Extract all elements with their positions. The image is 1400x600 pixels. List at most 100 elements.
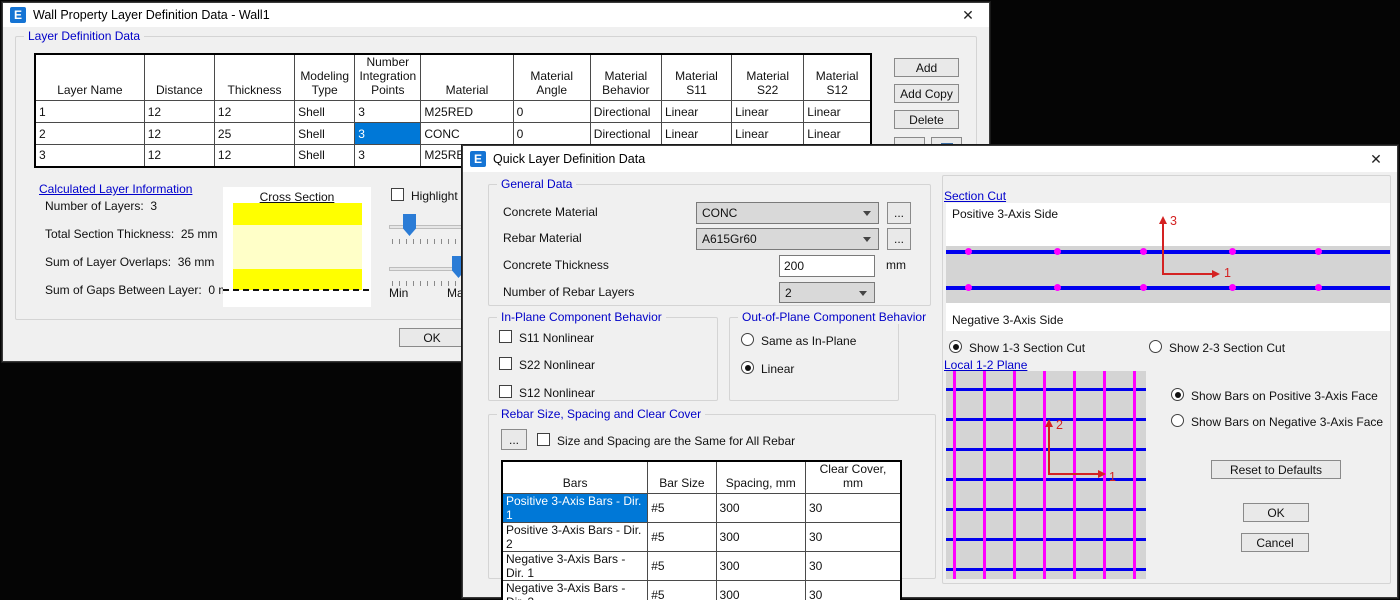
rebar-dot — [1140, 284, 1147, 291]
show-bars-negative-face-radio[interactable] — [1171, 414, 1184, 427]
cell[interactable]: Shell — [295, 101, 355, 123]
rebar-browse-button[interactable]: ... — [501, 429, 527, 450]
cell[interactable]: CONC — [421, 123, 513, 145]
s22-nonlinear-checkbox[interactable] — [499, 357, 512, 370]
linear-radio[interactable] — [741, 361, 754, 374]
row-header[interactable]: Negative 3-Axis Bars - Dir. 2 — [502, 581, 648, 600]
cell[interactable]: M25RED — [421, 101, 513, 123]
rebar-row-1: Positive 3-Axis Bars - Dir. 1 #5 300 30 — [502, 494, 901, 523]
rebar-material-value: A615Gr60 — [702, 232, 757, 246]
axis-1-line — [1049, 473, 1099, 475]
cell[interactable]: 300 — [716, 494, 805, 523]
cell[interactable]: Directional — [590, 101, 661, 123]
row-header[interactable]: Positive 3-Axis Bars - Dir. 2 — [502, 523, 648, 552]
show-bars-positive-face-radio[interactable] — [1171, 388, 1184, 401]
show-23-section-cut-radio[interactable] — [1149, 340, 1162, 353]
cell[interactable]: 25 — [214, 123, 294, 145]
rebar-material-browse-button[interactable]: ... — [887, 228, 911, 250]
cell[interactable]: 12 — [214, 101, 294, 123]
cell[interactable]: Linear — [804, 101, 871, 123]
rebar-material-label: Rebar Material — [503, 231, 582, 245]
col-header: Number Integration Points — [355, 54, 421, 101]
add-copy-button[interactable]: Add Copy — [894, 84, 959, 103]
quick-layer-dialog: E Quick Layer Definition Data ✕ General … — [462, 145, 1398, 598]
cell[interactable]: Shell — [295, 145, 355, 167]
calculated-layer-info-link[interactable]: Calculated Layer Information — [39, 182, 192, 196]
cell[interactable]: 0 — [513, 123, 590, 145]
cell[interactable]: 2 — [35, 123, 144, 145]
close-icon[interactable]: ✕ — [953, 3, 983, 27]
rebar-dot — [1315, 248, 1322, 255]
rebar-row-3: Negative 3-Axis Bars - Dir. 1 #5 300 30 — [502, 552, 901, 581]
cell[interactable]: #5 — [648, 523, 716, 552]
same-as-in-plane-radio[interactable] — [741, 333, 754, 346]
cell[interactable]: 30 — [805, 494, 901, 523]
wall-dialog-titlebar[interactable]: E Wall Property Layer Definition Data - … — [3, 3, 989, 27]
section-cut-drawing: Positive 3-Axis Side 3 1 Negative 3-Axis… — [946, 203, 1390, 331]
cell[interactable]: Linear — [661, 123, 731, 145]
cell[interactable]: Linear — [804, 123, 871, 145]
cell[interactable]: 30 — [805, 523, 901, 552]
selected-cell[interactable]: 3 — [355, 123, 421, 145]
cell[interactable]: 300 — [716, 581, 805, 600]
quick-ok-button[interactable]: OK — [1243, 503, 1309, 522]
delete-button[interactable]: Delete — [894, 110, 959, 129]
cell[interactable]: 12 — [144, 101, 214, 123]
local-12-plane-link[interactable]: Local 1-2 Plane — [944, 358, 1027, 372]
cell[interactable]: #5 — [648, 581, 716, 600]
rebar-table-header-row: Bars Bar Size Spacing, mm Clear Cover, m… — [502, 461, 901, 494]
col-header: Thickness — [214, 54, 294, 101]
s12-nonlinear-checkbox[interactable] — [499, 385, 512, 398]
overlaps-value: 36 mm — [178, 255, 215, 269]
row-header[interactable]: Negative 3-Axis Bars - Dir. 1 — [502, 552, 648, 581]
add-button[interactable]: Add — [894, 58, 959, 77]
show-bars-negative-face-label: Show Bars on Negative 3-Axis Face — [1191, 415, 1383, 429]
section-cut-link[interactable]: Section Cut — [944, 189, 1006, 203]
axis-1-arrowhead — [1098, 470, 1106, 478]
rebar-layers-dropdown[interactable]: 2 — [779, 282, 875, 303]
cell[interactable]: Shell — [295, 123, 355, 145]
cell[interactable]: 300 — [716, 523, 805, 552]
show-13-section-cut-radio[interactable] — [949, 340, 962, 353]
rebar-dot — [1229, 248, 1236, 255]
concrete-material-dropdown[interactable]: CONC — [696, 202, 879, 224]
col-header: Distance — [144, 54, 214, 101]
s11-nonlinear-checkbox[interactable] — [499, 330, 512, 343]
selected-row-header[interactable]: Positive 3-Axis Bars - Dir. 1 — [502, 494, 648, 523]
cell[interactable]: 300 — [716, 552, 805, 581]
close-icon[interactable]: ✕ — [1361, 146, 1391, 172]
cell[interactable]: 12 — [144, 145, 214, 167]
concrete-thickness-input[interactable]: 200 — [779, 255, 875, 277]
cell[interactable]: 0 — [513, 101, 590, 123]
col-header: Material Behavior — [590, 54, 661, 101]
quick-cancel-button[interactable]: Cancel — [1241, 533, 1309, 552]
cell[interactable]: 3 — [35, 145, 144, 167]
rebar-material-dropdown[interactable]: A615Gr60 — [696, 228, 879, 250]
wall-dialog-title: Wall Property Layer Definition Data - Wa… — [33, 8, 270, 22]
rebar-dot — [1229, 284, 1236, 291]
cell[interactable]: 12 — [214, 145, 294, 167]
reset-to-defaults-button[interactable]: Reset to Defaults — [1211, 460, 1341, 479]
cell[interactable]: Linear — [732, 101, 804, 123]
cell[interactable]: 30 — [805, 552, 901, 581]
cell[interactable]: 1 — [35, 101, 144, 123]
num-layers-label: Number of Layers: 3 — [45, 199, 157, 213]
axis-2-arrowhead — [1045, 419, 1053, 427]
cell[interactable]: Linear — [661, 101, 731, 123]
cell[interactable]: #5 — [648, 494, 716, 523]
num-layers-value: 3 — [150, 199, 157, 213]
highlight-checkbox[interactable] — [391, 188, 404, 201]
cell[interactable]: 3 — [355, 101, 421, 123]
quick-dialog-titlebar[interactable]: E Quick Layer Definition Data ✕ — [463, 146, 1397, 172]
same-size-spacing-checkbox[interactable] — [537, 433, 550, 446]
wall-ok-button[interactable]: OK — [399, 328, 465, 347]
rebar-dot — [1054, 284, 1061, 291]
cell[interactable]: #5 — [648, 552, 716, 581]
cell[interactable]: Directional — [590, 123, 661, 145]
cell[interactable]: 3 — [355, 145, 421, 167]
cell[interactable]: 30 — [805, 581, 901, 600]
concrete-material-browse-button[interactable]: ... — [887, 202, 911, 224]
reference-surface-dashed-line — [223, 289, 371, 291]
cell[interactable]: 12 — [144, 123, 214, 145]
cell[interactable]: Linear — [732, 123, 804, 145]
